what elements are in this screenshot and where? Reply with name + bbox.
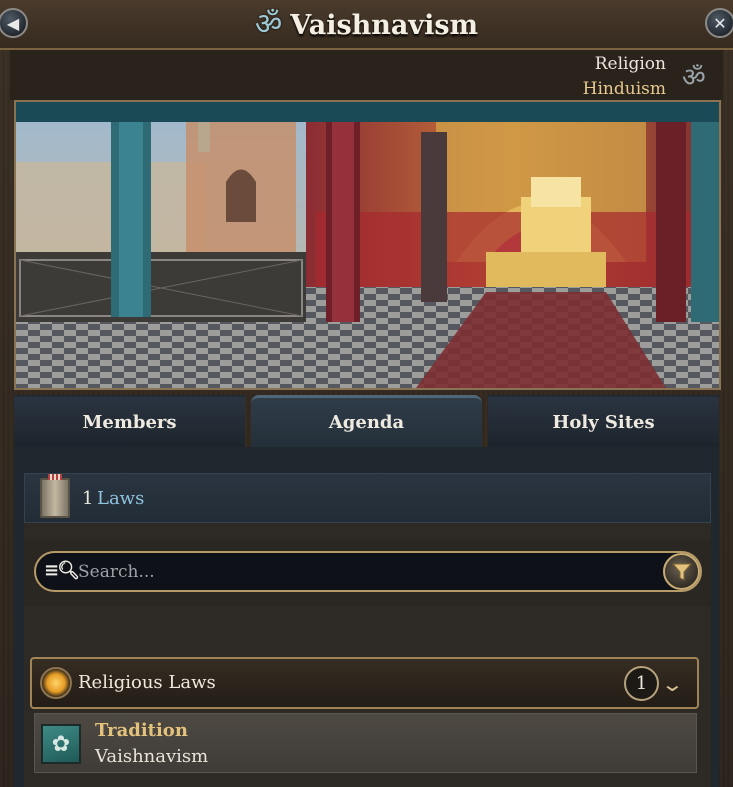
filter-funnel-icon xyxy=(671,563,692,581)
page-title: Vaishnavism xyxy=(290,9,479,41)
tradition-law-icon: ✿ xyxy=(41,724,81,764)
tab-agenda[interactable]: Agenda xyxy=(251,395,482,447)
religion-value-link[interactable]: Hinduism xyxy=(583,79,666,99)
chevron-down-icon[interactable]: ⌄ xyxy=(661,672,684,696)
om-icon: ॐ xyxy=(254,7,283,42)
laws-link[interactable]: Laws xyxy=(97,488,144,509)
law-title: Tradition xyxy=(95,720,188,741)
law-subtitle: Vaishnavism xyxy=(95,746,209,767)
scroll-icon xyxy=(40,474,70,518)
title-group: ॐ Vaishnavism xyxy=(0,6,733,44)
faith-illustration xyxy=(14,100,721,390)
laws-count: 1 xyxy=(82,488,94,509)
tab-bar: Members Agenda Holy Sites xyxy=(14,395,719,447)
tab-holy-sites[interactable]: Holy Sites xyxy=(488,395,719,447)
search-input[interactable] xyxy=(78,558,638,586)
sun-icon xyxy=(40,667,72,699)
filter-button[interactable] xyxy=(663,553,700,590)
category-label: Religious Laws xyxy=(78,672,216,693)
om-icon: ॐ xyxy=(682,63,706,93)
count-badge: 1 xyxy=(624,666,659,701)
tab-members[interactable]: Members xyxy=(14,395,245,447)
religion-label: Religion xyxy=(594,54,666,74)
search-icon: ≡🔍︎ xyxy=(44,560,80,581)
